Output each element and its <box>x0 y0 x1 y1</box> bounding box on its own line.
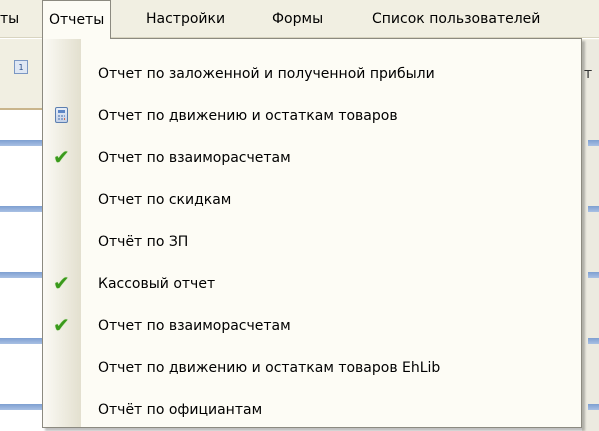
menu-item-label: Отчёт по официантам <box>98 402 263 418</box>
grid-row-stripe <box>0 272 42 278</box>
checkmark-icon: ✔ <box>53 271 70 295</box>
menu-item-salary-report[interactable]: Отчёт по ЗП <box>43 221 581 263</box>
menu-item-label: Отчет по скидкам <box>98 192 232 208</box>
menu-item-profit-report[interactable]: Отчет по заложенной и полученной прибыли <box>43 53 581 95</box>
menu-item-label: Отчет по взаиморасчетам <box>98 318 291 334</box>
grid-row-stripe <box>0 404 42 410</box>
toolbar-button[interactable]: 1 <box>14 60 28 74</box>
menu-item-reports[interactable]: Отчеты <box>42 0 112 39</box>
grid-row-stripe <box>0 206 42 212</box>
menu-item-forms-fragment[interactable]: ты <box>0 0 19 38</box>
grid-row-stripe <box>0 338 42 344</box>
menu-item-user-list[interactable]: Список пользователей <box>372 0 540 38</box>
calculator-icon <box>53 106 71 124</box>
menu-item-waiters-report[interactable]: Отчёт по официантам <box>43 389 581 431</box>
menu-item-cash-report[interactable]: ✔ Кассовый отчет <box>43 263 581 305</box>
menu-bar: ты Отчеты Настройки Формы Список пользов… <box>0 0 599 39</box>
checkmark-icon: ✔ <box>53 313 70 337</box>
grid-area <box>0 110 42 431</box>
menu-item-label: Отчет по движению и остаткам товаров <box>98 108 398 124</box>
menu-item-label: Отчёт по ЗП <box>98 234 189 250</box>
menu-item-label: Кассовый отчет <box>98 276 216 292</box>
reports-dropdown-menu: Отчет по заложенной и полученной прибыли… <box>42 38 582 428</box>
menu-item-stock-movement-report[interactable]: Отчет по движению и остаткам товаров <box>43 95 581 137</box>
menu-item-label: Отчет по движению и остаткам товаров EhL… <box>98 360 441 376</box>
menu-item-forms[interactable]: Формы <box>272 0 323 38</box>
grid-row-stripe <box>588 272 599 278</box>
menu-item-label: Отчет по взаиморасчетам <box>98 150 291 166</box>
grid-row-stripe <box>588 140 599 146</box>
grid-row-stripe <box>588 206 599 212</box>
menu-item-settlements-report[interactable]: ✔ Отчет по взаиморасчетам <box>43 137 581 179</box>
menu-item-settings[interactable]: Настройки <box>146 0 225 38</box>
background-text-fragment: т <box>584 66 593 82</box>
grid-row-stripe <box>588 404 599 410</box>
checkmark-icon: ✔ <box>53 145 70 169</box>
menu-item-label: Отчет по заложенной и полученной прибыли <box>98 66 435 82</box>
menu-item-discounts-report[interactable]: Отчет по скидкам <box>43 179 581 221</box>
menu-item-stock-movement-ehlib-report[interactable]: Отчет по движению и остаткам товаров EhL… <box>43 347 581 389</box>
grid-row-stripe <box>588 338 599 344</box>
menu-item-settlements-report-2[interactable]: ✔ Отчет по взаиморасчетам <box>43 305 581 347</box>
grid-row-stripe <box>0 140 42 146</box>
background-window-edge <box>582 40 599 431</box>
